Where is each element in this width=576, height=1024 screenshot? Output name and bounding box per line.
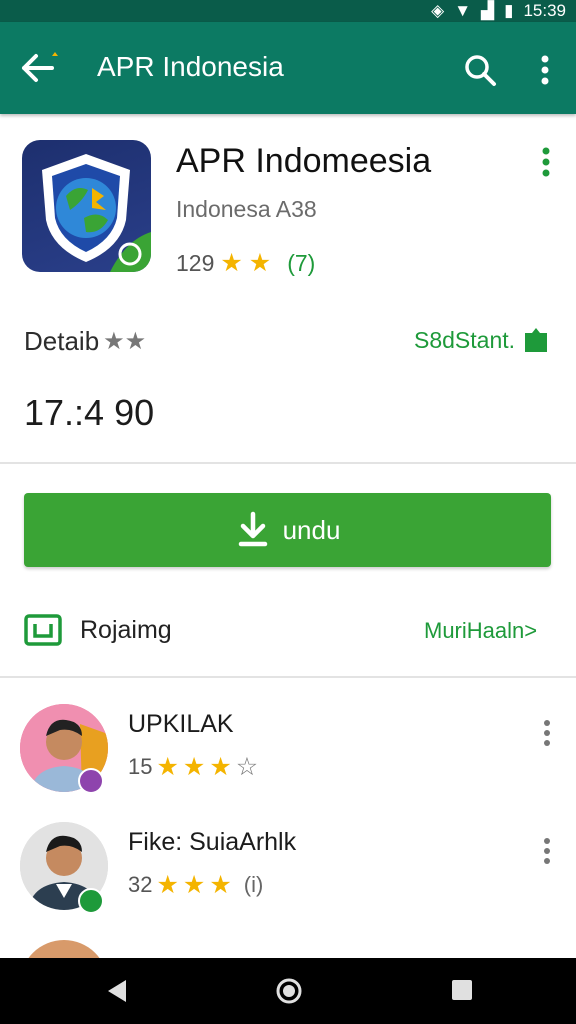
review-author: UPKILAK <box>128 710 234 738</box>
star-icon: ★ <box>209 871 232 899</box>
wifi-icon: ▼ <box>454 1 472 20</box>
review-item[interactable]: UPKILAK 15 ★ ★ ★ ☆ <box>0 704 576 804</box>
vibrate-icon: ◈ <box>431 1 445 20</box>
star-icon: ★ <box>220 249 243 277</box>
details-link-text: S8dStant. <box>414 326 516 353</box>
details-label-text: Detaib <box>24 326 100 356</box>
status-time: 15:39 <box>523 1 566 20</box>
battery-icon: ▮ <box>504 1 514 20</box>
row-link[interactable]: MuriHaaln> <box>424 618 537 644</box>
recents-nav-icon[interactable] <box>450 978 474 1002</box>
review-count: 15 <box>128 754 153 779</box>
back-nav-icon[interactable] <box>104 978 130 1004</box>
star-icon: ★ <box>156 753 179 781</box>
details-number: 17.:4 90 <box>24 392 155 433</box>
app-more-icon[interactable] <box>536 144 556 180</box>
divider <box>0 676 576 678</box>
review-rating: 15 ★ ★ ★ ☆ <box>128 752 258 782</box>
review-author: Fike: SuiaArhlk <box>128 828 297 856</box>
install-label: undu <box>282 514 341 545</box>
checkbox-icon[interactable] <box>24 614 62 646</box>
status-bar: ◈ ▼ ▟ ▮ 15:39 <box>0 0 576 22</box>
star-icon: ★ <box>182 753 206 781</box>
app-rating: 129 ★ ★ (7) <box>176 248 315 278</box>
home-nav-icon[interactable] <box>274 976 304 1006</box>
star-icon: ★ <box>248 249 272 277</box>
back-arrow-icon[interactable] <box>18 50 66 86</box>
star-icon: ★ <box>156 871 179 899</box>
app-developer[interactable]: Indonesa A38 <box>176 196 317 223</box>
rating-count: 129 <box>176 249 215 276</box>
signal-icon: ▟ <box>481 1 495 20</box>
details-label: Detaib ★★ <box>24 326 146 357</box>
download-icon <box>238 511 267 547</box>
badge-icon <box>78 888 104 914</box>
install-button[interactable]: undu <box>24 493 551 567</box>
system-nav-bar <box>0 958 576 1024</box>
status-icons: ◈ ▼ ▟ ▮ 15:39 <box>431 0 566 22</box>
app-icon <box>22 140 151 272</box>
app-name: APR Indomeesia <box>176 142 432 180</box>
review-tail: (i) <box>243 872 264 897</box>
avatar-partial <box>20 940 108 958</box>
review-rating: 32 ★ ★ ★ (i) <box>128 870 263 900</box>
details-link[interactable]: S8dStant. <box>414 326 549 354</box>
review-more-icon[interactable] <box>538 718 556 748</box>
search-icon[interactable] <box>460 50 500 90</box>
review-count: 32 <box>128 872 153 897</box>
app-bar-title: APR Indonesia <box>97 51 284 82</box>
star-outline-icon: ☆ <box>235 753 259 781</box>
star-icon: ★ <box>182 871 206 899</box>
star-icon: ★ <box>209 753 232 781</box>
shield-globe-icon <box>42 154 151 272</box>
overflow-menu-icon[interactable] <box>530 50 560 90</box>
star-outline-icon: ★★ <box>103 328 147 355</box>
rating-tail: (7) <box>287 249 316 276</box>
divider <box>0 462 576 464</box>
badge-icon <box>525 328 548 352</box>
review-more-icon[interactable] <box>538 836 556 866</box>
review-item[interactable]: Fike: SuiaArhlk 32 ★ ★ ★ (i) <box>0 822 576 922</box>
app-bar: APR Indonesia <box>0 22 576 114</box>
badge-icon <box>78 768 104 794</box>
row-label: Rojaimg <box>80 616 172 644</box>
